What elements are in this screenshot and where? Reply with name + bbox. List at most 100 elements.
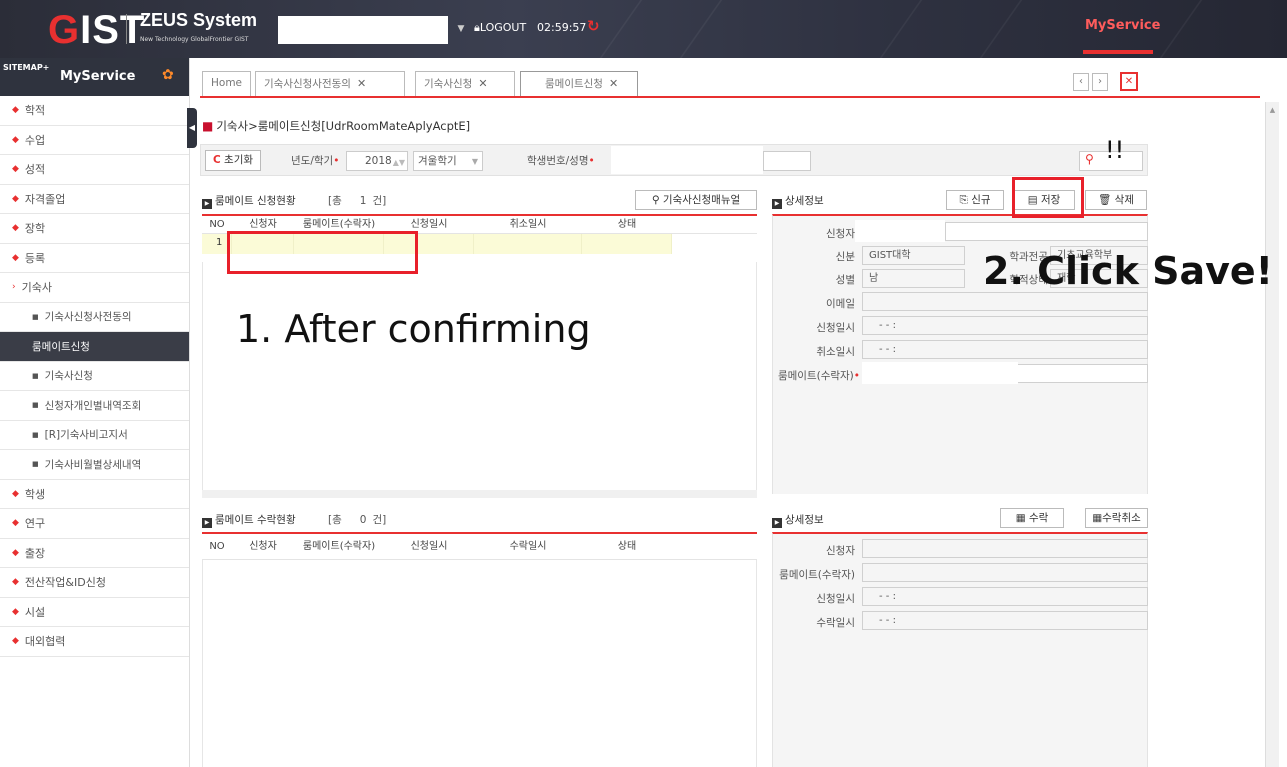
sidebar-item[interactable]: ◆ 수업 <box>0 126 189 155</box>
sidebar-item[interactable]: ■ 기숙사신청 <box>0 362 189 391</box>
diamond-icon: ◆ <box>12 488 19 499</box>
cancel-date-field: - - : <box>862 340 1148 359</box>
refresh-icon: C <box>212 154 221 166</box>
sidebar-item-label: 출장 <box>24 546 46 560</box>
student-info-box <box>611 146 763 174</box>
sidebar-item[interactable]: ◆ 연구 <box>0 509 189 539</box>
cancel-icon: ▦ <box>1092 512 1103 524</box>
email-field <box>862 292 1148 311</box>
diamond-icon: ◆ <box>12 252 19 263</box>
search-icon[interactable]: ⚲ <box>1085 152 1094 166</box>
accept-roommate-label: 룸메이트(수락자) <box>779 569 855 581</box>
sidebar-item[interactable]: ■ 기숙사비월별상세내역 <box>0 450 189 480</box>
save-highlight-box <box>1012 177 1084 218</box>
delete-button[interactable]: 🗑︎ 삭제 <box>1085 190 1147 210</box>
bullet-icon: ■ <box>32 312 39 321</box>
tab-prev-button[interactable]: ‹ <box>1073 73 1089 91</box>
dorm-manual-button[interactable]: ⚲ 기숙사신청매뉴얼 <box>635 190 757 210</box>
column-header[interactable]: 수락일시 <box>474 534 582 559</box>
sidebar-title: MyService <box>60 69 136 84</box>
session-timer: 02:59:57 <box>537 21 587 34</box>
sitemap-link[interactable]: SITEMAP+ <box>3 63 49 72</box>
sidebar-item[interactable]: ◆ 대외협력 <box>0 627 189 657</box>
column-header[interactable]: NO <box>202 534 232 559</box>
section-icon: ▶ <box>772 518 782 528</box>
column-header[interactable]: 상태 <box>582 216 672 233</box>
diamond-icon: ◆ <box>12 636 19 647</box>
sidebar-item[interactable]: ◆ 시설 <box>0 598 189 627</box>
spinner-icon[interactable]: ▲▼ <box>393 154 405 172</box>
bullet-icon: ■ <box>32 430 39 439</box>
sidebar-item[interactable]: ◆ 학생 <box>0 480 189 509</box>
close-all-tabs-button[interactable]: ✕ <box>1120 72 1138 91</box>
new-button[interactable]: ⎘ 신규 <box>946 190 1004 210</box>
user-name-box[interactable] <box>278 16 448 44</box>
tab-dorm-pre-consent[interactable]: 기숙사신청사전동의 ✕ <box>255 71 405 96</box>
sidebar-item-label: 룸메이트신청 <box>32 340 90 353</box>
tab-home[interactable]: Home <box>202 71 252 96</box>
email-label: 이메일 <box>826 298 855 310</box>
sidebar-item[interactable]: ◆ 출장 <box>0 539 189 568</box>
section-icon: ▶ <box>202 199 212 209</box>
sidebar-item-label: 학생 <box>24 487 46 501</box>
sidebar-item[interactable]: ■룸메이트신청 <box>0 332 189 362</box>
sidebar-item[interactable]: ■ 신청자개인별내역조회 <box>0 391 189 421</box>
sidebar-item[interactable]: ◆ 장학 <box>0 214 189 244</box>
reset-button[interactable]: C 초기화 <box>205 150 261 171</box>
grid-icon: ■ <box>202 119 214 133</box>
tab-dorm-apply[interactable]: 기숙사신청 ✕ <box>415 71 515 96</box>
apply-count: [총 1 건] <box>328 195 387 207</box>
sidebar-item[interactable]: ■ [R]기숙사비고지서 <box>0 421 189 450</box>
sidebar-item[interactable]: ◆ 성적 <box>0 155 189 185</box>
diamond-icon: ◆ <box>12 223 19 234</box>
close-icon[interactable]: ✕ <box>609 77 618 90</box>
sidebar-item[interactable]: ◆ 전산작업&ID신청 <box>0 568 189 598</box>
column-header[interactable]: 룸메이트(수락자) <box>294 534 384 559</box>
system-name: ZEUS System <box>140 10 258 30</box>
column-header[interactable]: 신청자 <box>232 534 294 559</box>
sidebar-item[interactable]: ■ 기숙사신청사전동의 <box>0 303 189 332</box>
sidebar-item[interactable]: ◆ 학적 <box>0 96 189 126</box>
identity-label: 신분 <box>835 251 855 263</box>
sidebar-item-label: 학적 <box>24 104 46 118</box>
myservice-menu[interactable]: MyService <box>1085 18 1160 33</box>
student-label: 학생번호/성명• <box>527 155 595 167</box>
user-dropdown-icon[interactable]: ▼ <box>452 20 470 38</box>
sidebar-item[interactable]: ◆ 등록 <box>0 244 189 273</box>
tab-next-button[interactable]: › <box>1092 73 1108 91</box>
apply-detail-title: ▶ 상세정보 <box>772 193 824 209</box>
applicant-field[interactable] <box>945 222 1148 241</box>
column-header[interactable]: 취소일시 <box>474 216 582 233</box>
column-header[interactable]: 신청일시 <box>384 534 474 559</box>
bullet-icon: ■ <box>32 371 39 380</box>
refresh-session-icon[interactable]: ↻ <box>587 17 600 35</box>
accept-apply-date-label: 신청일시 <box>816 593 855 605</box>
sidebar-item-label: 성적 <box>24 163 46 177</box>
accept-button[interactable]: ▦ 수락 <box>1000 508 1064 528</box>
sidebar-item[interactable]: › 기숙사 <box>0 273 189 303</box>
year-input[interactable]: 2018 ▲▼ <box>346 151 408 171</box>
accept-grid-header: NO 신청자 룸메이트(수락자) 신청일시 수락일시 상태 <box>202 534 757 560</box>
page-title: ■ 기숙사>룸메이트신청[UdrRoomMateAplyAcptE] <box>202 119 471 133</box>
sidebar-item-label: 기숙사 <box>21 281 52 295</box>
search-icon: ⚲ <box>651 194 660 206</box>
close-icon[interactable]: ✕ <box>478 77 487 90</box>
sidebar-item-label: 장학 <box>24 222 46 236</box>
column-header[interactable]: 상태 <box>582 534 672 559</box>
accept-date-label: 수락일시 <box>816 617 855 629</box>
gear-icon[interactable]: ✿ <box>162 67 174 83</box>
apply-date-field: - - : <box>862 316 1148 335</box>
cancel-accept-button[interactable]: ▦수락취소 <box>1085 508 1148 528</box>
student-input[interactable] <box>763 151 811 171</box>
logout-button[interactable]: 🔒︎LOGOUT <box>474 21 526 35</box>
page-scrollbar[interactable]: ▲ <box>1265 102 1279 767</box>
close-icon[interactable]: ✕ <box>357 77 366 90</box>
gist-logo[interactable]: GIST <box>48 10 145 50</box>
section-icon: ▶ <box>202 518 212 528</box>
sidebar-item-label: 신청자개인별내역조회 <box>44 399 142 412</box>
sidebar-item[interactable]: ◆ 자격졸업 <box>0 185 189 214</box>
semester-select[interactable]: 겨울학기 ▼ <box>413 151 483 171</box>
tab-roommate-apply[interactable]: 룸메이트신청 ✕ <box>520 71 638 96</box>
sidebar-collapse-handle[interactable]: ◀ <box>187 108 197 148</box>
apply-list-title: ▶ 룸메이트 신청현황 <box>202 193 296 209</box>
